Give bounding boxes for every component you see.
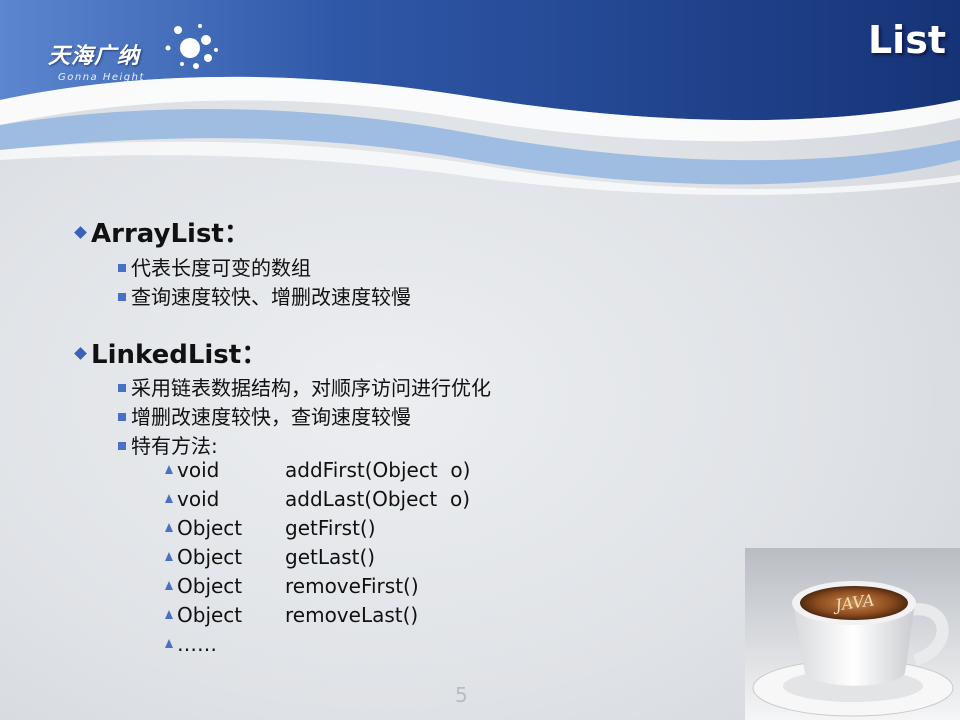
logo-chinese-text: 天海广纳	[48, 44, 141, 69]
method-signature: removeLast()	[285, 603, 419, 627]
list-item: 增删改速度较快，查询速度较慢	[118, 401, 411, 430]
section-heading-linkedlist: LinkedList：	[72, 334, 267, 371]
heading-text: LinkedList：	[91, 340, 268, 370]
java-coffee-cup-image: JAVA	[745, 548, 960, 720]
item-text: 增删改速度较快，查询速度较慢	[131, 405, 411, 429]
method-ellipsis: ……	[177, 632, 217, 656]
list-item: 采用链表数据结构，对顺序访问进行优化	[118, 372, 491, 401]
method-return-type: Object	[177, 516, 243, 540]
method-signature: addLast(Object o)	[285, 487, 470, 511]
method-signature: removeFirst()	[285, 574, 419, 598]
method-item: Object getFirst()	[165, 516, 376, 540]
method-signature: getLast()	[285, 545, 376, 569]
triangle-bullet-icon	[165, 464, 173, 474]
triangle-bullet-icon	[165, 609, 173, 619]
item-text: 查询速度较快、增删改速度较慢	[131, 285, 411, 309]
square-bullet-icon	[118, 384, 126, 392]
method-item: Object removeFirst()	[165, 574, 419, 598]
item-text: 采用链表数据结构，对顺序访问进行优化	[131, 376, 491, 400]
item-text: 代表长度可变的数组	[131, 256, 311, 280]
slide-title: List	[867, 18, 946, 62]
list-item: 特有方法:	[118, 430, 218, 459]
triangle-bullet-icon	[165, 522, 173, 532]
triangle-bullet-icon	[165, 580, 173, 590]
logo-bubbles-icon	[165, 24, 218, 69]
list-item: 代表长度可变的数组	[118, 252, 311, 281]
section-heading-arraylist: ArrayList：	[72, 213, 250, 250]
triangle-bullet-icon	[165, 551, 173, 561]
square-bullet-icon	[118, 264, 126, 272]
method-return-type: void	[177, 487, 220, 511]
method-return-type: Object	[177, 603, 243, 627]
diamond-bullet-icon	[74, 226, 87, 239]
square-bullet-icon	[118, 293, 126, 301]
logo-english-text: Gonna Height	[58, 72, 145, 83]
item-text: 特有方法:	[131, 434, 218, 458]
method-item: Object removeLast()	[165, 603, 418, 627]
triangle-bullet-icon	[165, 493, 173, 503]
method-return-type: Object	[177, 545, 243, 569]
slide: 天海广纳 Gonna Height List ArrayList： 代表长度可变…	[0, 0, 960, 720]
method-item: ……	[165, 632, 217, 656]
diamond-bullet-icon	[74, 347, 87, 360]
company-logo: 天海广纳 Gonna Height	[48, 20, 218, 90]
triangle-bullet-icon	[165, 638, 173, 648]
method-return-type: Object	[177, 574, 243, 598]
page-number: 5	[455, 683, 468, 707]
heading-text: ArrayList：	[91, 219, 250, 249]
list-item: 查询速度较快、增删改速度较慢	[118, 281, 411, 310]
square-bullet-icon	[118, 413, 126, 421]
method-signature: getFirst()	[285, 516, 376, 540]
method-signature: addFirst(Object o)	[285, 458, 471, 482]
coffee-cup-icon: JAVA	[745, 548, 960, 720]
method-item: Object getLast()	[165, 545, 375, 569]
method-return-type: void	[177, 458, 220, 482]
square-bullet-icon	[118, 442, 126, 450]
method-item: void addLast(Object o)	[165, 487, 470, 511]
method-item: void addFirst(Object o)	[165, 458, 470, 482]
